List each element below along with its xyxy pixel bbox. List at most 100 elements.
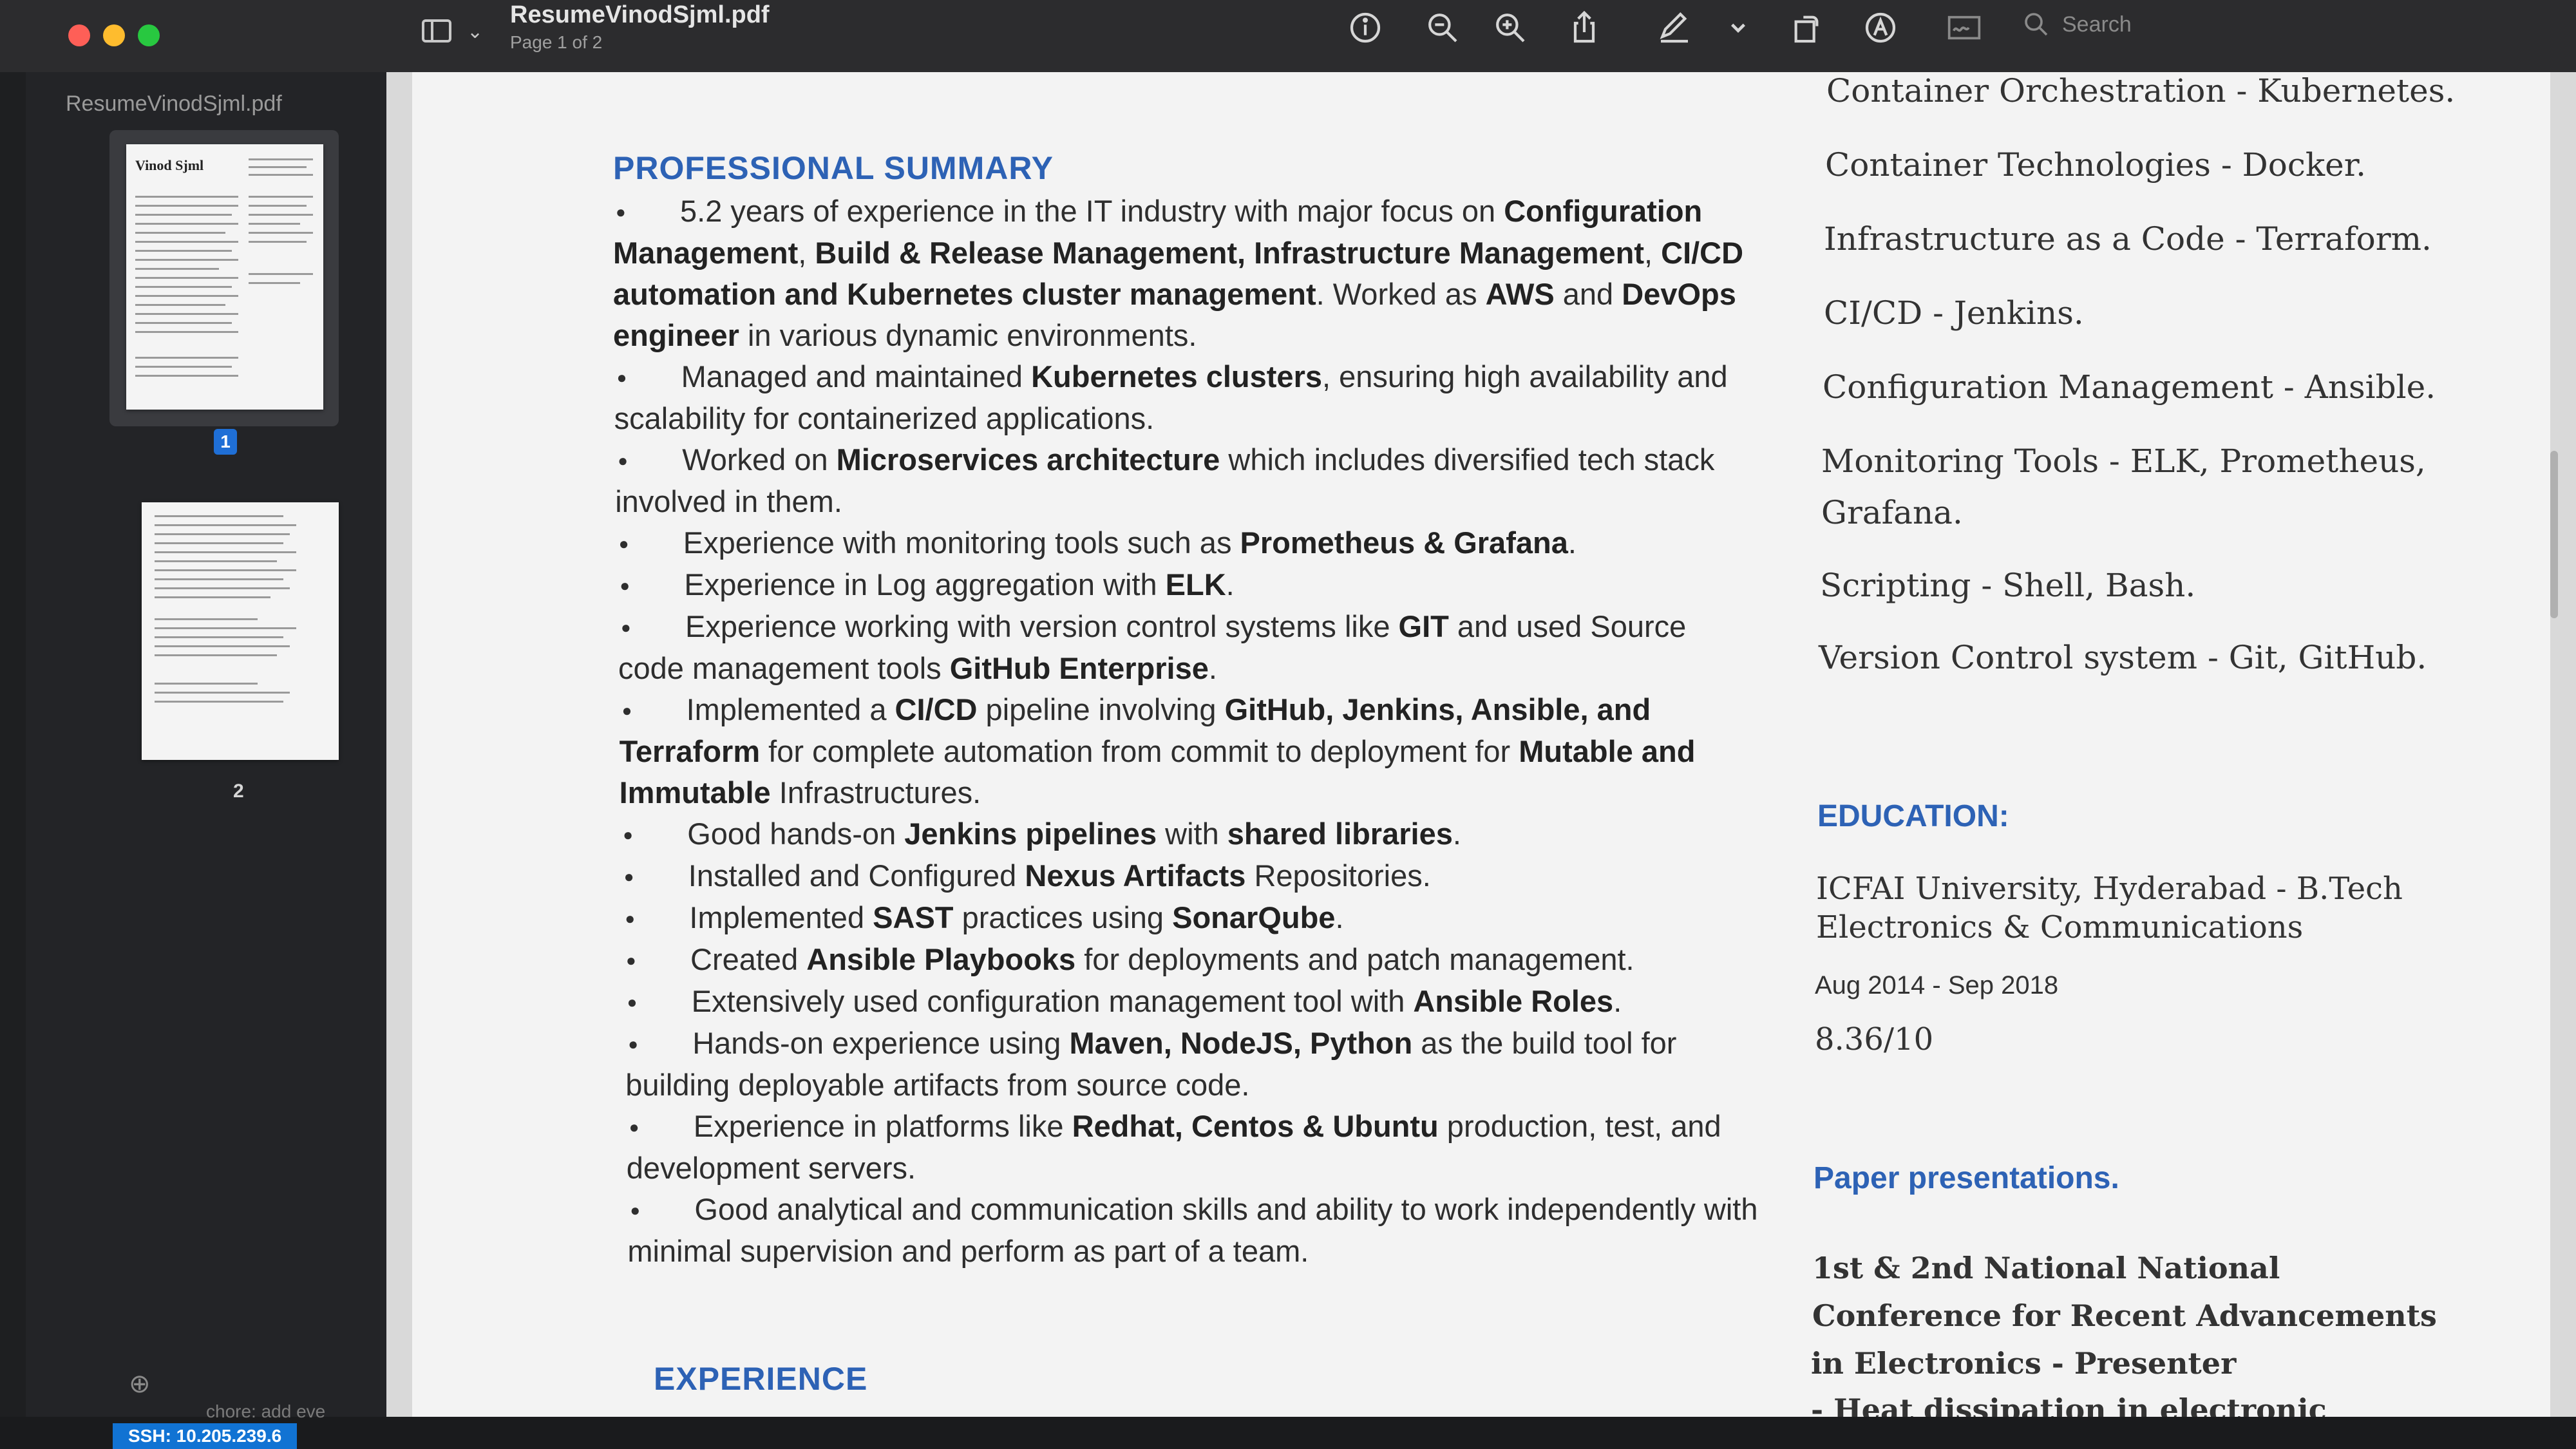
bullet-icon: ● bbox=[628, 1034, 638, 1054]
zoom-window-button[interactable] bbox=[138, 24, 160, 46]
rotate-icon[interactable] bbox=[1784, 5, 1829, 50]
thumbnail-line bbox=[155, 645, 290, 647]
zoom-out-icon[interactable] bbox=[1420, 5, 1465, 50]
thumbnail-line bbox=[155, 578, 283, 580]
thumbnail-sidebar: ResumeVinodSjml.pdf Vinod Sjml 1 2 ⊕ bbox=[26, 72, 386, 1417]
education-dates: Aug 2014 - Sep 2018 bbox=[1815, 971, 2059, 999]
page-thumbnail-2[interactable] bbox=[142, 502, 339, 760]
thumbnail-line bbox=[135, 286, 232, 288]
info-icon[interactable] bbox=[1343, 5, 1388, 50]
thumbnail-line bbox=[155, 560, 277, 562]
bullet-icon: ● bbox=[618, 451, 628, 470]
summary-item-text: Experience with monitoring tools such as… bbox=[683, 526, 1577, 560]
page-indicator: Page 1 of 2 bbox=[510, 32, 603, 52]
search-input[interactable] bbox=[2061, 11, 2205, 38]
thumbnail-line bbox=[155, 627, 296, 629]
pdf-page: PROFESSIONAL SUMMARY ● 5.2 years of exper… bbox=[412, 72, 2550, 1427]
summary-item: ● Implemented a CI/CD pipeline involving … bbox=[613, 689, 1759, 813]
thumbnail-line bbox=[249, 214, 313, 216]
summary-item: ● 5.2 years of experience in the IT indus… bbox=[613, 191, 1759, 356]
thumbnail-line bbox=[249, 196, 313, 198]
summary-item-text: Extensively used configuration managemen… bbox=[691, 984, 1622, 1018]
presentation-line: Conference for Recent Advancements bbox=[1812, 1298, 2437, 1333]
skill-item: Infrastructure as a Code - Terraform. bbox=[1824, 220, 2432, 258]
education-major: Electronics & Communications bbox=[1816, 909, 2304, 945]
summary-item: ● Experience working with version control… bbox=[613, 606, 1759, 689]
presentation-line: 1st & 2nd National National bbox=[1812, 1251, 2280, 1285]
vertical-scrollbar[interactable] bbox=[2550, 451, 2558, 618]
thumbnail-line bbox=[135, 313, 238, 315]
skill-item: Version Control system - Git, GitHub. bbox=[1819, 639, 2427, 676]
sidebar-icon bbox=[422, 19, 451, 43]
thumbnail-line bbox=[249, 223, 300, 225]
skill-item: Scripting - Shell, Bash. bbox=[1820, 567, 2196, 604]
thumbnail-line bbox=[135, 304, 225, 306]
toolbar: ⌄ ResumeVinodSjml.pdf Page 1 of 2 bbox=[0, 0, 2576, 72]
thumbnail-line bbox=[155, 654, 277, 656]
skill-item: Container Technologies - Docker. bbox=[1825, 146, 2367, 184]
thumbnail-line bbox=[155, 542, 283, 544]
thumbnail-line bbox=[155, 551, 296, 553]
thumbnail-line bbox=[135, 232, 225, 234]
summary-item: ● Hands-on experience using Maven, NodeJS… bbox=[613, 1023, 1759, 1106]
summary-item: ● Installed and Configured Nexus Artifact… bbox=[613, 855, 1759, 897]
skill-item: Container Orchestration - Kubernetes. bbox=[1826, 72, 2456, 109]
thumbnail-line bbox=[249, 241, 307, 243]
markup-menu-chevron-icon[interactable] bbox=[1716, 5, 1761, 50]
thumbnail-line bbox=[249, 232, 313, 234]
skill-item: Configuration Management - Ansible. bbox=[1823, 368, 2436, 406]
summary-item: ● Experience in platforms like Redhat, Ce… bbox=[613, 1106, 1759, 1189]
add-page-icon[interactable]: ⊕ bbox=[129, 1369, 151, 1399]
summary-item-text: Experience in Log aggregation with ELK. bbox=[684, 567, 1235, 601]
thumbnail-line bbox=[155, 587, 290, 589]
search-icon bbox=[2025, 13, 2048, 36]
thumbnail-line bbox=[249, 166, 307, 168]
bullet-icon: ● bbox=[623, 825, 633, 844]
markup-pen-icon[interactable] bbox=[1652, 5, 1697, 50]
left-column: PROFESSIONAL SUMMARY ● 5.2 years of exper… bbox=[613, 149, 1759, 1272]
summary-item: ● Implemented SAST practices using SonarQ… bbox=[613, 897, 1759, 939]
thumbnail-line bbox=[135, 205, 238, 207]
presentations-heading: Paper presentations. bbox=[1814, 1161, 2119, 1195]
document-viewport[interactable]: PROFESSIONAL SUMMARY ● 5.2 years of exper… bbox=[386, 72, 2576, 1427]
bullet-icon: ● bbox=[630, 1200, 641, 1220]
thumbnail-line bbox=[155, 515, 283, 517]
close-window-button[interactable] bbox=[68, 24, 90, 46]
preview-window: ⌄ ResumeVinodSjml.pdf Page 1 of 2 Search… bbox=[0, 0, 2576, 1427]
bullet-icon: ● bbox=[616, 368, 627, 387]
education-gpa: 8.36/10 bbox=[1815, 1021, 1934, 1057]
thumbnail-line bbox=[135, 259, 238, 261]
bullet-icon: ● bbox=[621, 618, 631, 637]
sidebar-filename: ResumeVinodSjml.pdf bbox=[66, 91, 282, 116]
thumbnail-line bbox=[249, 273, 313, 275]
zoom-in-icon[interactable] bbox=[1488, 5, 1533, 50]
education-degree: ICFAI University, Hyderabad - B.Tech bbox=[1816, 871, 2403, 907]
summary-item-text: 5.2 years of experience in the IT indust… bbox=[613, 194, 1744, 352]
search-field[interactable] bbox=[2022, 6, 2228, 43]
experience-heading: EXPERIENCE bbox=[654, 1361, 868, 1397]
bullet-icon: ● bbox=[627, 992, 638, 1012]
thumbnail-line bbox=[249, 282, 300, 284]
thumbnail-line bbox=[135, 357, 238, 359]
thumbnail-line bbox=[155, 701, 283, 703]
thumbnail-line bbox=[135, 214, 232, 216]
thumbnail-line bbox=[135, 241, 238, 243]
chevron-down-icon: ⌄ bbox=[467, 21, 484, 43]
bullet-icon: ● bbox=[625, 909, 636, 928]
summary-item-text: Experience working with version control … bbox=[618, 609, 1687, 685]
thumbnail-line bbox=[155, 683, 258, 685]
page-thumbnail-1[interactable]: Vinod Sjml bbox=[126, 144, 323, 410]
share-icon[interactable] bbox=[1562, 5, 1607, 50]
summary-item-text: Created Ansible Playbooks for deployment… bbox=[690, 942, 1634, 976]
signature-icon[interactable] bbox=[1942, 5, 1987, 50]
sidebar-toggle-button[interactable]: ⌄ bbox=[422, 17, 486, 48]
thumbnail-line bbox=[135, 295, 238, 297]
summary-item-text: Hands-on experience using Maven, NodeJS,… bbox=[625, 1026, 1677, 1102]
ssh-remote-badge[interactable]: SSH: 10.205.239.6 bbox=[113, 1423, 298, 1449]
minimize-window-button[interactable] bbox=[103, 24, 125, 46]
thumbnail-line bbox=[249, 205, 307, 207]
summary-item: ● Created Ansible Playbooks for deploymen… bbox=[613, 939, 1759, 981]
bullet-icon: ● bbox=[623, 867, 634, 886]
thumbnail-line bbox=[249, 174, 313, 176]
annotate-icon[interactable] bbox=[1858, 5, 1903, 50]
